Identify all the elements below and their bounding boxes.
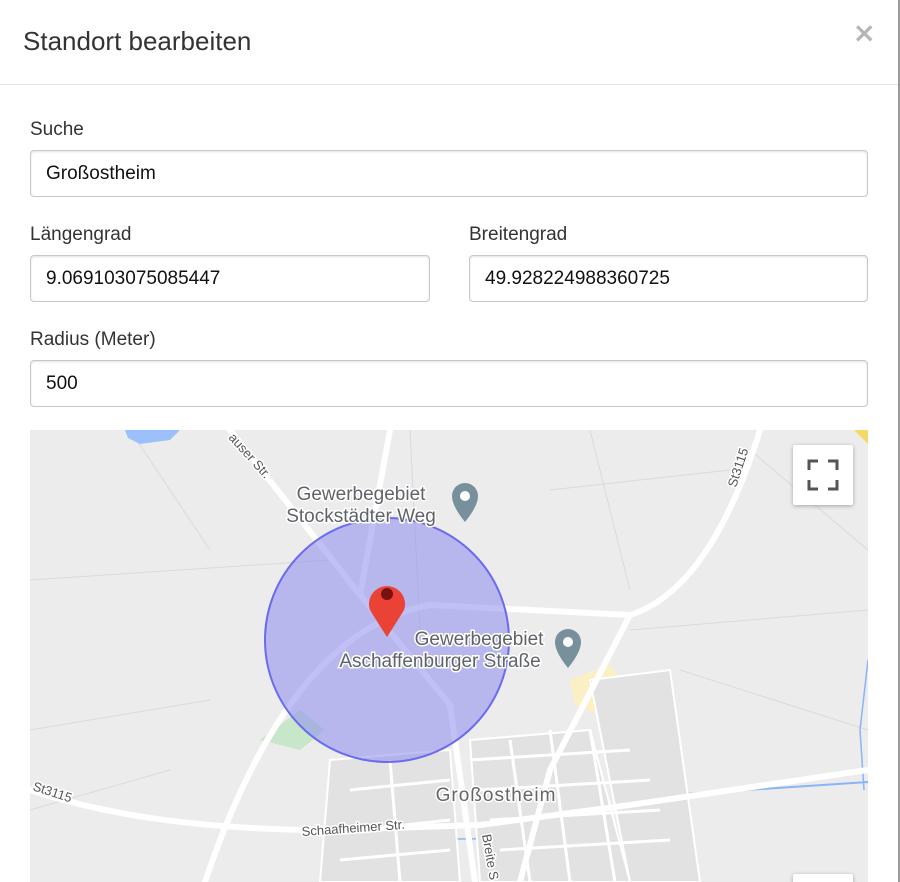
map-canvas[interactable]: Gewerbegebiet Stockstädter Weg Gewerbege… (30, 430, 868, 882)
fullscreen-button[interactable] (793, 445, 853, 505)
longitude-input[interactable] (30, 255, 430, 302)
edit-location-dialog: Standort bearbeiten × Suche Längengrad B… (0, 0, 900, 882)
dialog-header: Standort bearbeiten × (0, 0, 898, 85)
poi-label: Aschaffenburger Straße (339, 651, 540, 672)
radius-label: Radius (Meter) (30, 329, 156, 350)
close-button[interactable]: × (853, 18, 876, 48)
latitude-input[interactable] (469, 255, 868, 302)
map-view[interactable]: Gewerbegebiet Stockstädter Weg Gewerbege… (30, 430, 868, 882)
search-label: Suche (30, 119, 84, 140)
fullscreen-icon (807, 459, 839, 491)
longitude-label: Längengrad (30, 224, 132, 245)
poi-label: Gewerbegebiet (297, 484, 427, 505)
poi-label: Gewerbegebiet (415, 629, 545, 650)
dialog-title: Standort bearbeiten (23, 26, 252, 56)
search-input[interactable] (30, 150, 868, 197)
radius-input[interactable] (30, 360, 868, 407)
town-label: Großostheim (436, 785, 557, 806)
map-control-button[interactable] (793, 874, 853, 882)
latitude-label: Breitengrad (469, 224, 568, 245)
poi-label: Stockstädter Weg (286, 506, 436, 527)
